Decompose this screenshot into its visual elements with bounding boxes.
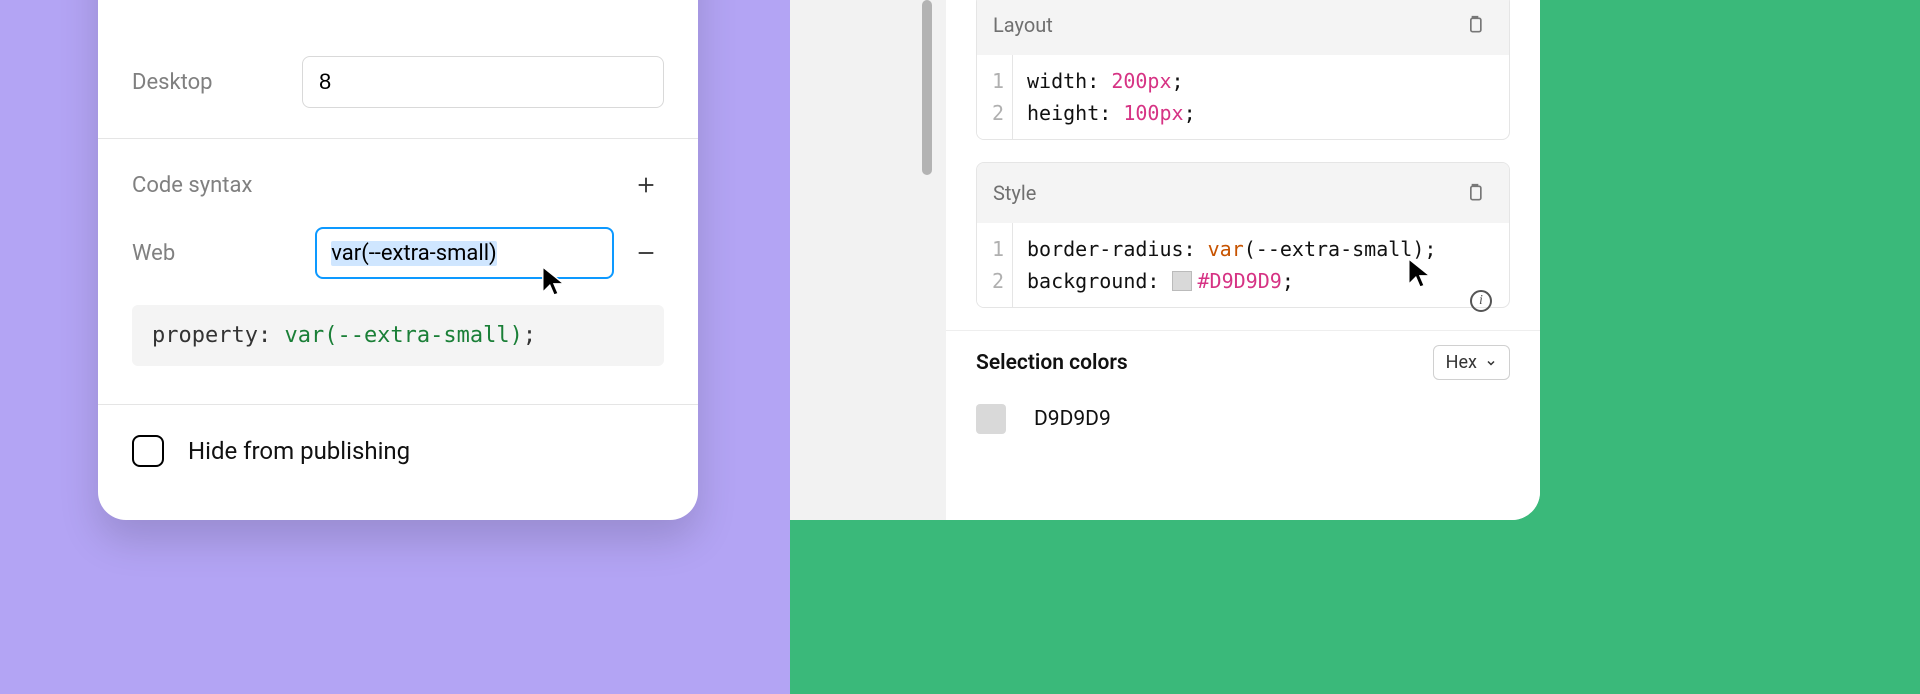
color-format-dropdown[interactable]: Hex (1433, 345, 1510, 380)
clipboard-icon (1465, 14, 1485, 36)
style-code-body[interactable]: 1 2 border-radius: var(--extra-small); b… (977, 223, 1509, 307)
web-syntax-value: var(--extra-small) (331, 241, 496, 266)
layout-header: Layout (977, 0, 1509, 55)
minus-icon (635, 242, 657, 264)
preview-var-inner: (--extra-small) (324, 323, 523, 348)
selection-color-row[interactable]: D9D9D9 (946, 398, 1540, 464)
desktop-row: Desktop (98, 56, 698, 108)
desktop-input[interactable] (302, 56, 664, 108)
layout-code-body[interactable]: 1 2 width: 200px; height: 100px; (977, 55, 1509, 139)
plus-icon (635, 174, 657, 196)
preview-suffix: ; (523, 323, 536, 348)
copy-layout-button[interactable] (1457, 7, 1493, 43)
code-syntax-title: Code syntax (132, 173, 252, 198)
selection-colors-header: Selection colors Hex (946, 330, 1540, 398)
copy-style-button[interactable] (1457, 175, 1493, 211)
add-syntax-button[interactable] (628, 167, 664, 203)
info-icon[interactable]: i (1470, 290, 1492, 312)
style-lines: border-radius: var(--extra-small); backg… (1013, 223, 1509, 307)
color-hex-value: D9D9D9 (1034, 407, 1111, 431)
desktop-label: Desktop (132, 70, 302, 95)
chevron-down-icon (1485, 357, 1497, 369)
layout-title: Layout (993, 13, 1053, 37)
style-title: Style (993, 181, 1036, 205)
hide-label: Hide from publishing (188, 437, 410, 465)
inspector-panel: Layout 1 2 width: 200px; height: 100px; … (946, 0, 1540, 520)
color-swatch (976, 404, 1006, 434)
code-syntax-header: Code syntax (98, 139, 698, 227)
web-syntax-input[interactable]: var(--extra-small) (315, 227, 614, 279)
syntax-preview: property: var(--extra-small); (132, 305, 664, 366)
web-label: Web (132, 241, 301, 266)
layout-code-panel: Layout 1 2 width: 200px; height: 100px; (976, 0, 1510, 140)
hide-checkbox[interactable] (132, 435, 164, 467)
hex-label: Hex (1446, 352, 1477, 373)
gutter: 1 2 (977, 55, 1013, 139)
web-syntax-row: Web var(--extra-small) (98, 227, 698, 279)
remove-syntax-button[interactable] (628, 235, 664, 271)
color-swatch (1172, 271, 1192, 291)
gutter: 1 2 (977, 223, 1013, 307)
hide-from-publishing-row: Hide from publishing (98, 405, 698, 497)
layout-lines: width: 200px; height: 100px; (1013, 55, 1509, 139)
selection-colors-title: Selection colors (976, 351, 1128, 375)
style-code-panel: Style 1 2 border-radius: var(--extra-sma… (976, 162, 1510, 308)
scrollbar-thumb[interactable] (922, 0, 932, 175)
preview-var-kw: var (284, 323, 324, 348)
style-header: Style (977, 163, 1509, 223)
variable-settings-card: Mobile Desktop Code syntax Web var(--ext… (98, 0, 698, 520)
preview-prop: property: (152, 323, 284, 348)
clipboard-icon (1465, 182, 1485, 204)
